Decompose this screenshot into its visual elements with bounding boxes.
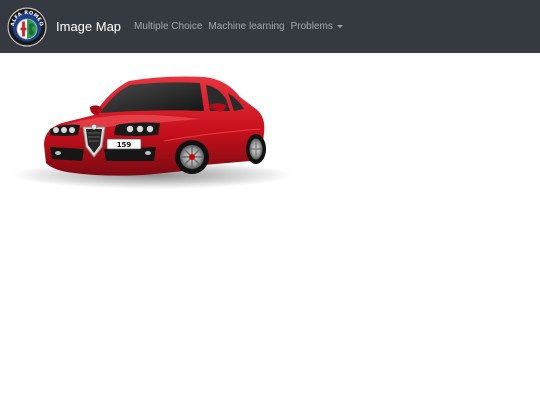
front-wheel — [175, 140, 209, 174]
car-image-map[interactable]: 159 — [4, 63, 304, 193]
nav-link-multiple-choice[interactable]: Multiple Choice — [131, 21, 205, 32]
alfa-romeo-logo-icon: ALFA ROMEO — [7, 6, 47, 47]
main-content: 159 — [0, 53, 540, 405]
brand-label: Image Map — [56, 19, 122, 34]
navbar-brand[interactable]: ALFA ROMEO Image Map — [6, 6, 121, 48]
rear-wheel — [246, 134, 266, 164]
car-windshield — [100, 82, 204, 113]
license-plate-text: 159 — [117, 141, 132, 149]
nav-links: Multiple Choice Machine learning Problem… — [131, 21, 346, 32]
car-lower-grille-left — [50, 147, 84, 161]
caret-down-icon — [336, 24, 343, 28]
nav-link-machine-learning[interactable]: Machine learning — [205, 21, 287, 32]
nav-dropdown-problems[interactable]: Problems — [288, 21, 346, 32]
top-navbar: ALFA ROMEO Image Map Multiple Choice Mac… — [0, 0, 540, 53]
nav-dropdown-label: Problems — [290, 21, 333, 32]
